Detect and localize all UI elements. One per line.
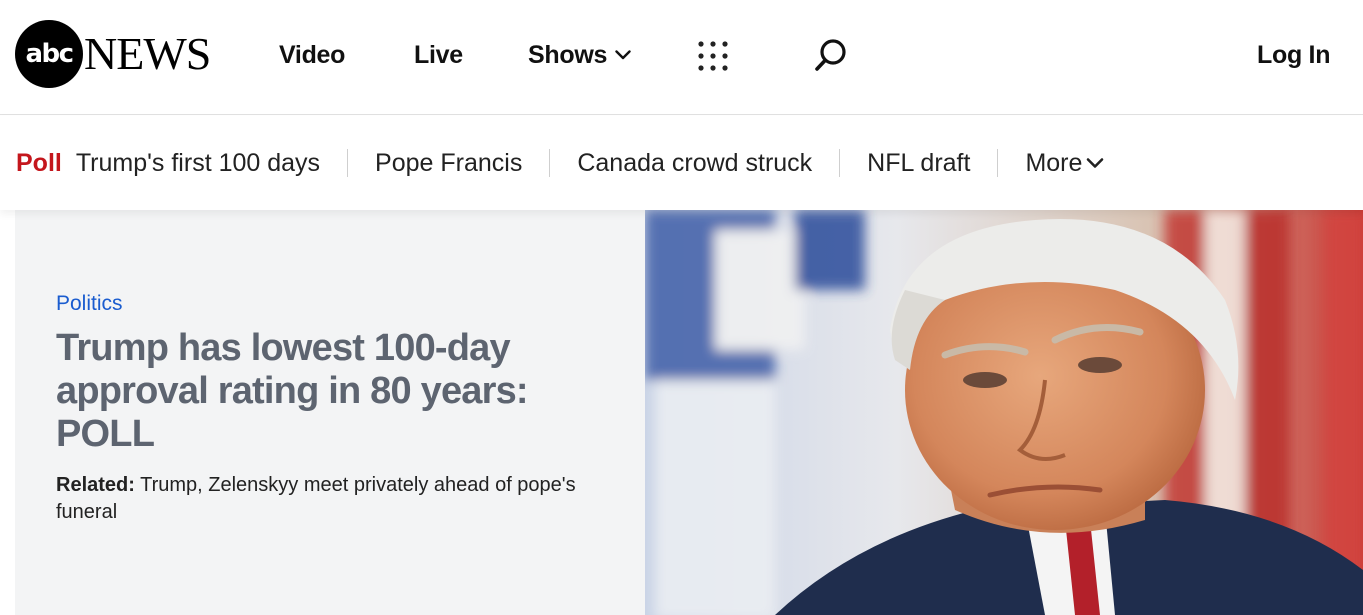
hero-headline[interactable]: Trump has lowest 100-day approval rating…: [56, 327, 556, 456]
hero-related-link[interactable]: Related: Trump, Zelenskyy meet privately…: [56, 472, 576, 526]
more-label: More: [1025, 148, 1083, 177]
hero-photo[interactable]: [645, 210, 1363, 615]
divider: [549, 149, 551, 177]
trending-bar: Poll Trump's first 100 days Pope Francis…: [0, 116, 1363, 210]
abc-logo-mark: abc: [15, 20, 83, 88]
nav-video[interactable]: Video: [279, 38, 345, 72]
nav-live[interactable]: Live: [414, 38, 463, 72]
top-header: abc NEWS Video Live Shows Log In: [0, 0, 1363, 115]
chevron-down-icon: [615, 50, 631, 60]
related-label: Related:: [56, 474, 135, 496]
trending-item-pope-francis[interactable]: Pope Francis: [375, 149, 522, 178]
chevron-down-icon: [1087, 158, 1104, 168]
search-icon[interactable]: [813, 37, 849, 73]
trending-item-canada-crowd[interactable]: Canada crowd struck: [577, 149, 812, 178]
divider: [839, 149, 841, 177]
trending-more-button[interactable]: More: [1025, 149, 1104, 178]
nav-shows[interactable]: Shows: [528, 38, 631, 72]
login-link[interactable]: Log In: [1257, 38, 1330, 72]
abc-news-logo[interactable]: abc NEWS: [15, 20, 211, 88]
trending-item-trump-100-days[interactable]: Trump's first 100 days: [76, 149, 320, 178]
news-wordmark: NEWS: [84, 28, 211, 79]
trending-label-poll: Poll: [16, 148, 62, 177]
hero-category-link[interactable]: Politics: [56, 292, 123, 316]
grid-dots-icon[interactable]: [697, 40, 729, 72]
trending-item-nfl-draft[interactable]: NFL draft: [867, 149, 970, 178]
divider: [347, 149, 349, 177]
hero-photo-illustration: [645, 210, 1363, 615]
divider: [997, 149, 999, 177]
nav-shows-label: Shows: [528, 41, 608, 69]
